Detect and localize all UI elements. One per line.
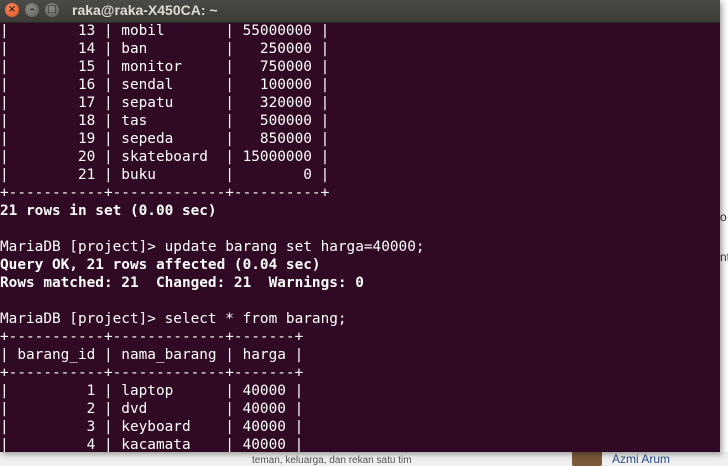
terminal-line: +-----------+-------------+----------+ [0, 185, 330, 201]
terminal-line: | 13 | mobil | 55000000 | [0, 23, 330, 39]
minimize-button[interactable]: – [25, 3, 39, 17]
terminal-line: | 2 | dvd | 40000 | [0, 401, 304, 417]
terminal-line: | barang_id | nama_barang | harga | [0, 347, 304, 363]
terminal-line: MariaDB [project]> update barang set har… [0, 239, 425, 255]
terminal-line: | 18 | tas | 500000 | [0, 113, 330, 129]
window-titlebar[interactable]: × – □ raka@raka-X450CA: ~ [0, 0, 720, 23]
terminal-line: +-----------+-------------+-------+ [0, 365, 304, 381]
maximize-button[interactable]: □ [45, 3, 59, 17]
terminal-line: 21 rows in set (0.00 sec) [0, 203, 217, 219]
terminal-line: +-----------+-------------+-------+ [0, 329, 304, 345]
terminal-line: Query OK, 21 rows affected (0.04 sec) [0, 257, 321, 273]
terminal-window[interactable]: × – □ raka@raka-X450CA: ~ | 13 | mobil |… [0, 0, 720, 452]
terminal-line: | 1 | laptop | 40000 | [0, 383, 304, 399]
terminal-line: | 16 | sendal | 100000 | [0, 77, 330, 93]
terminal-line: | 21 | buku | 0 | [0, 167, 330, 183]
terminal-line: | 14 | ban | 250000 | [0, 41, 330, 57]
window-title: raka@raka-X450CA: ~ [72, 2, 218, 18]
terminal-line: | 20 | skateboard | 15000000 | [0, 149, 330, 165]
terminal-line: | 3 | keyboard | 40000 | [0, 419, 304, 435]
terminal-line: MariaDB [project]> select * from barang; [0, 311, 347, 327]
terminal-output[interactable]: | 13 | mobil | 55000000 | | 14 | ban | 25… [0, 22, 720, 452]
background-text-fragment: o [720, 210, 727, 224]
background-text-fragment: nt [720, 250, 728, 264]
close-button[interactable]: × [5, 3, 19, 17]
background-post-text: teman, keluarga, dan rekan satu tim [252, 455, 412, 466]
terminal-line: Rows matched: 21 Changed: 21 Warnings: 0 [0, 275, 364, 291]
terminal-line: | 19 | sepeda | 850000 | [0, 131, 330, 147]
background-user-name[interactable]: Azmi Arum [612, 452, 670, 466]
background-avatar [572, 450, 602, 466]
terminal-line: | 15 | monitor | 750000 | [0, 59, 330, 75]
terminal-line: | 4 | kacamata | 40000 | [0, 437, 304, 452]
terminal-line: | 17 | sepatu | 320000 | [0, 95, 330, 111]
